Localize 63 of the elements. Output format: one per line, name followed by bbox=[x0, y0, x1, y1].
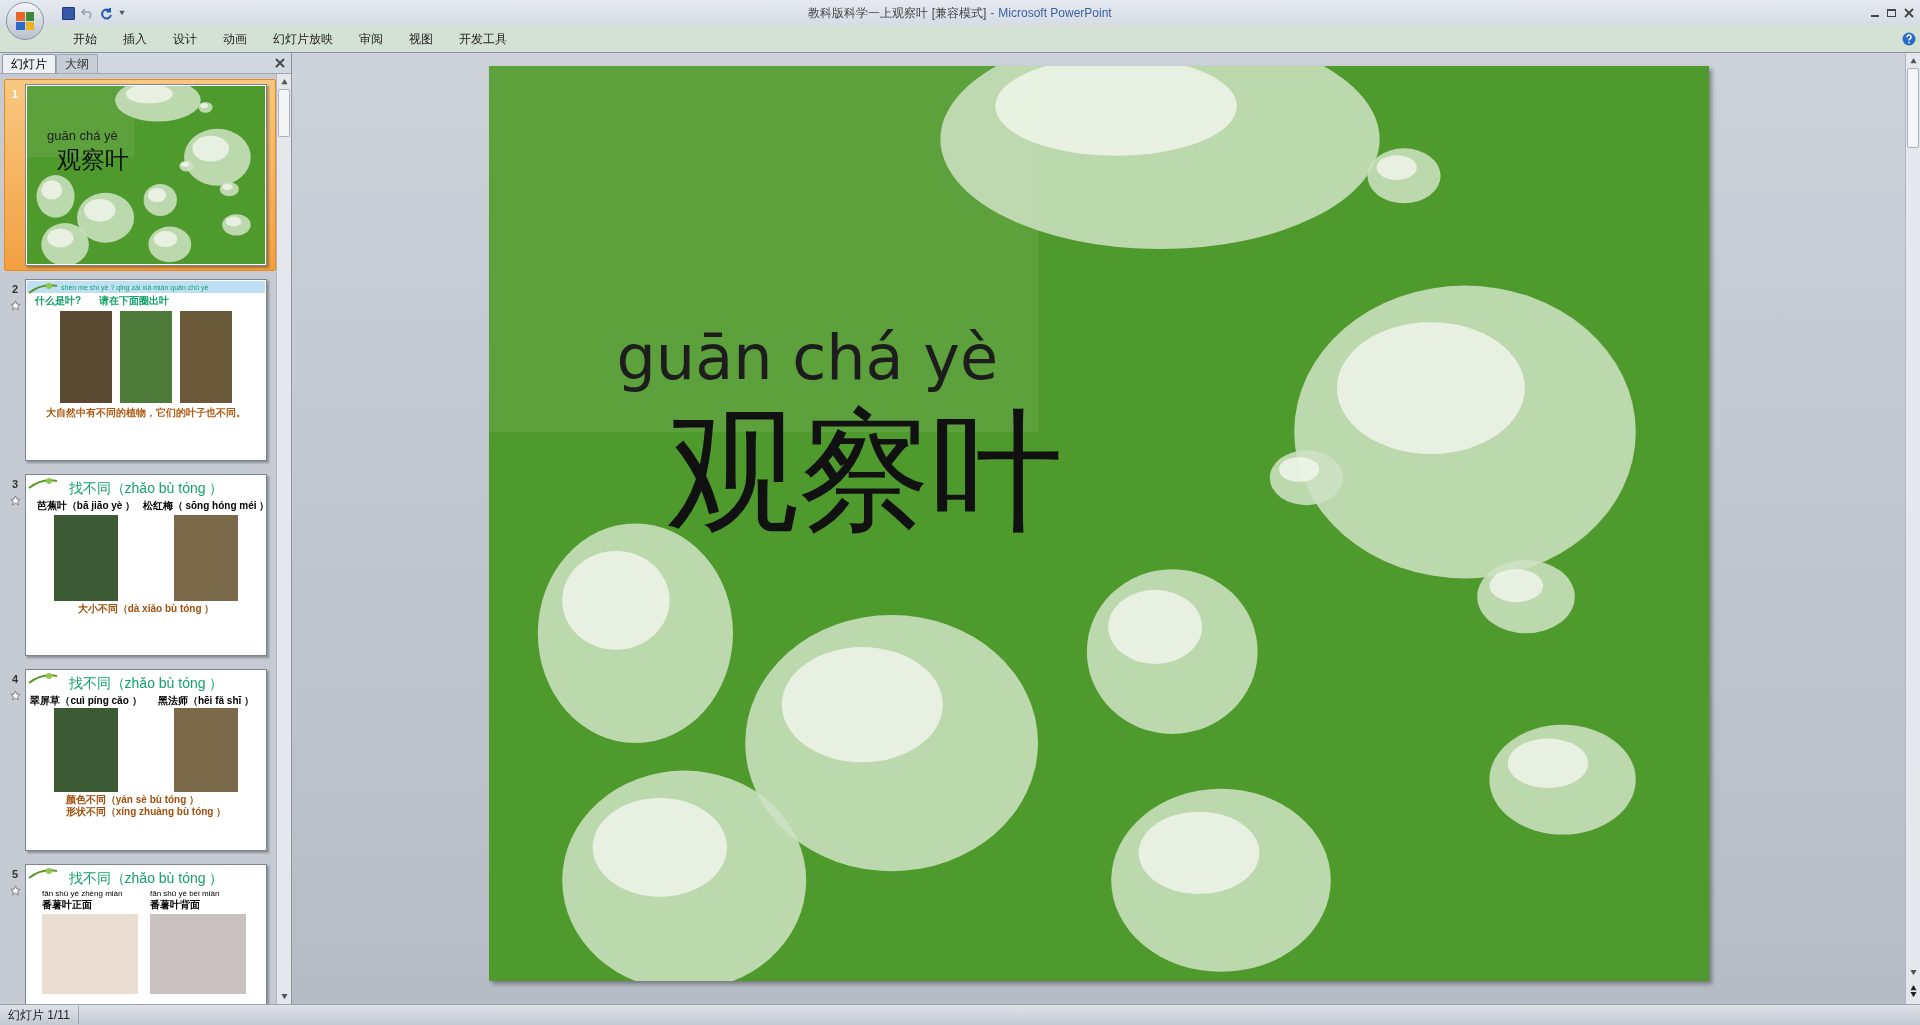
slide-number: 1 bbox=[11, 87, 19, 102]
next-slide-icon[interactable] bbox=[1909, 991, 1917, 998]
restore-icon[interactable] bbox=[1887, 9, 1896, 17]
ribbon-tab[interactable]: 设计 bbox=[160, 28, 210, 50]
pinyin-label: fān shǔ yè zhèng miàn bbox=[42, 889, 123, 899]
slide-number: 4 bbox=[11, 672, 19, 687]
close-icon[interactable] bbox=[275, 58, 285, 68]
help-icon[interactable] bbox=[1902, 32, 1916, 46]
save-icon[interactable] bbox=[62, 6, 75, 20]
ribbon-tab[interactable]: 视图 bbox=[396, 28, 446, 50]
slide-pinyin: guān chá yè bbox=[47, 127, 118, 145]
leaf-label: 番薯叶正面 bbox=[42, 899, 92, 911]
pinyin-label: fān shǔ yè bèi miàn bbox=[150, 889, 220, 899]
redo-icon[interactable] bbox=[100, 6, 113, 20]
slide-caption: 形状不同（xíng zhuàng bù tóng ） bbox=[65, 806, 227, 818]
slide-caption: 颜色不同（yán sè bù tóng ） bbox=[65, 794, 200, 806]
question-text: 什么是叶? bbox=[35, 294, 82, 308]
ribbon-tab[interactable]: 插入 bbox=[110, 28, 160, 50]
slide-title: 观察叶 bbox=[57, 145, 129, 176]
question-text: 请在下面圈出叶 bbox=[99, 294, 170, 308]
office-logo-icon bbox=[16, 12, 34, 30]
previous-slide-icon[interactable] bbox=[1909, 984, 1917, 991]
slide-caption: 大自然中有不同的植物，它们的叶子也不同。 bbox=[45, 406, 247, 420]
plant-label: 翠屏草（cuì píng cǎo ） bbox=[30, 695, 142, 706]
title-separator: - bbox=[990, 5, 995, 22]
slide-caption: 大小不同（dà xiǎo bù tóng ） bbox=[77, 603, 215, 615]
leaf-label: 番薯叶背面 bbox=[150, 899, 200, 911]
scroll-thumb[interactable] bbox=[278, 89, 290, 137]
slide-title: 找不同（zhǎo bù tóng ） bbox=[68, 869, 224, 888]
caret-icon[interactable] bbox=[119, 10, 125, 16]
slide-pinyin: guān chá yè bbox=[616, 320, 999, 396]
ribbon-tab[interactable]: 动画 bbox=[210, 28, 260, 50]
slide-number: 2 bbox=[11, 282, 19, 297]
slide-title: 找不同（zhǎo bù tóng ） bbox=[68, 479, 224, 498]
scroll-up-arrow-icon[interactable] bbox=[1909, 57, 1917, 64]
ribbon-tab[interactable]: 审阅 bbox=[346, 28, 396, 50]
plant-label: 松红梅（ sōng hóng méi ） bbox=[142, 500, 265, 511]
vine-banner-drawing bbox=[27, 281, 59, 295]
scroll-up-arrow-icon[interactable] bbox=[280, 78, 288, 85]
ribbon-tab[interactable]: 幻灯片放映 bbox=[260, 28, 346, 50]
scroll-thumb[interactable] bbox=[1907, 68, 1919, 148]
slide-title: 观察叶 bbox=[666, 393, 1063, 550]
slide-title: 找不同（zhǎo bù tóng ） bbox=[68, 674, 224, 693]
slide-count: 幻灯片 1/11 bbox=[0, 1006, 79, 1024]
slide-number: 5 bbox=[11, 867, 19, 882]
plant-label: 黑法师（hēi fǎ shī ） bbox=[157, 695, 255, 706]
scroll-down-arrow-icon[interactable] bbox=[280, 993, 288, 1000]
scroll-down-arrow-icon[interactable] bbox=[1909, 969, 1917, 976]
plant-label: 芭蕉叶（bā jiāo yè ） bbox=[36, 500, 136, 511]
vine-banner-drawing bbox=[27, 671, 59, 685]
app-name: Microsoft PowerPoint bbox=[998, 5, 1112, 22]
vine-banner-drawing bbox=[27, 476, 59, 490]
panel-tab[interactable]: 幻灯片 bbox=[2, 54, 56, 73]
vertical-scrollbar[interactable] bbox=[1905, 53, 1920, 1004]
ribbon-tab[interactable]: 开发工具 bbox=[446, 28, 520, 50]
window-title: 教科版科学一上观察叶 [兼容模式] bbox=[808, 5, 987, 22]
vertical-scrollbar[interactable] bbox=[276, 74, 291, 1004]
slide-thumbnail[interactable]: 1 guān chá yè 观察叶 bbox=[4, 79, 276, 271]
ribbon-tab[interactable]: 开始 bbox=[60, 28, 110, 50]
slide-number: 3 bbox=[11, 477, 19, 492]
vine-banner-drawing bbox=[27, 866, 59, 880]
close-icon[interactable] bbox=[1904, 8, 1914, 18]
panel-tab[interactable]: 大纲 bbox=[56, 54, 98, 73]
